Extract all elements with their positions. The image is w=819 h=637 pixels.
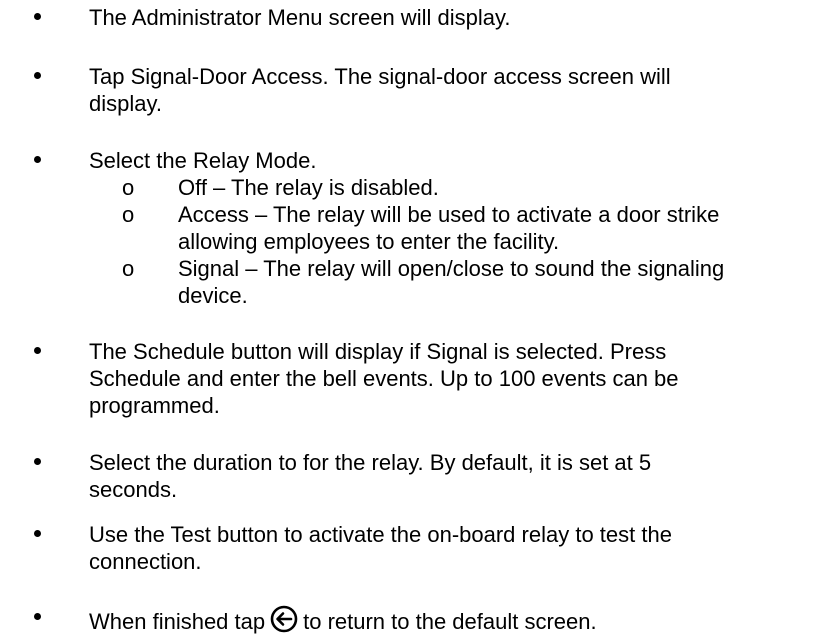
bullet-dot: [34, 458, 41, 465]
sub-list-item-text: Signal – The relay will open/close to so…: [178, 256, 725, 308]
sub-list-item-text: Access – The relay will be used to activ…: [178, 202, 720, 254]
list-item-text-after: to return to the default screen.: [303, 609, 597, 634]
document-page: The Administrator Menu screen will displ…: [0, 0, 819, 637]
sub-list-item-text: Off – The relay is disabled.: [178, 175, 439, 200]
list-item-text: Tap Signal-Door Access. The signal-door …: [89, 64, 671, 116]
back-arrow-circle-icon: [270, 605, 298, 633]
sub-bullet-marker: o: [122, 256, 135, 281]
list-item-text: The Schedule button will display if Sign…: [89, 339, 679, 418]
list-item-text: Select the Relay Mode.: [89, 148, 317, 173]
bullet-dot: [34, 156, 41, 163]
sub-bullet-marker: o: [122, 175, 135, 200]
bullet-dot: [34, 347, 41, 354]
list-item-text: Use the Test button to activate the on-b…: [89, 522, 672, 574]
bullet-dot: [34, 13, 41, 20]
bullet-dot: [34, 613, 41, 620]
sub-bullet-marker: o: [122, 202, 135, 227]
list-item-text: The Administrator Menu screen will displ…: [89, 5, 511, 30]
list-item-text: When finished tap to return to the defaul…: [89, 604, 809, 635]
list-item-text: Select the duration to for the relay. By…: [89, 450, 652, 502]
bullet-dot: [34, 530, 41, 537]
list-item-text-before: When finished tap: [89, 609, 266, 634]
bullet-dot: [34, 72, 41, 79]
